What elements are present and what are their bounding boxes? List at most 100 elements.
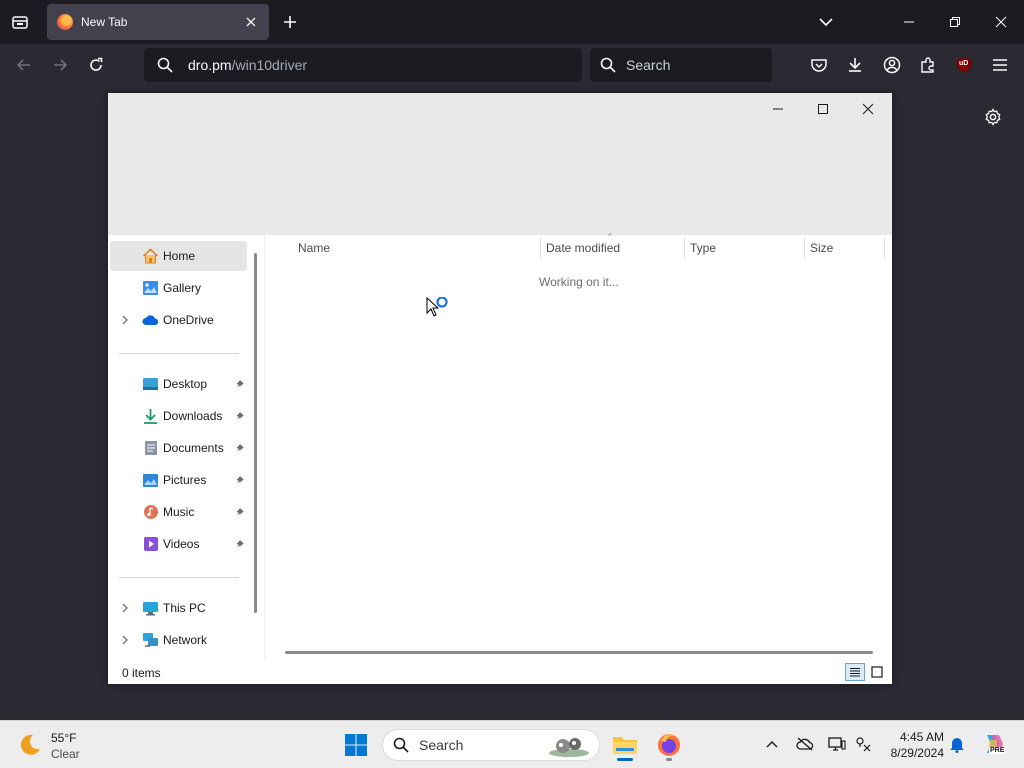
browser-minimize-button[interactable] [894, 8, 924, 36]
plus-icon [284, 16, 296, 28]
nav-label-downloads: Downloads [163, 409, 223, 423]
nav-item-downloads[interactable]: Downloads [110, 401, 247, 431]
dialog-status-bar: 0 items [108, 659, 892, 684]
download-icon [849, 58, 861, 72]
chevron-down-icon [819, 18, 833, 27]
tab-close-button[interactable] [243, 14, 259, 30]
weather-condition: Clear [51, 747, 80, 761]
chevron-up-icon [766, 741, 778, 748]
nav-item-videos[interactable]: Videos [110, 529, 247, 559]
nav-item-gallery[interactable]: Gallery [110, 273, 247, 303]
ublock-origin-button[interactable]: uD [951, 52, 977, 78]
new-tab-button[interactable] [278, 10, 302, 34]
monitor-icon [828, 737, 846, 751]
pocket-icon [811, 59, 827, 72]
pin-icon [234, 474, 246, 486]
nav-item-home[interactable]: Home [110, 241, 247, 271]
reload-button[interactable] [83, 52, 109, 78]
list-all-tabs-button[interactable] [814, 10, 838, 34]
taskbar-search-box[interactable]: Search [382, 729, 600, 761]
loading-status-text: Working on it... [539, 275, 619, 289]
browser-restore-button[interactable] [940, 8, 970, 36]
details-view-button[interactable] [845, 663, 865, 681]
cloud-offline-icon [796, 737, 814, 751]
column-label-date-modified: Date modified [546, 241, 621, 255]
column-header-type[interactable]: Type [684, 235, 804, 261]
browser-tabbar: New Tab [0, 0, 1024, 44]
firefox-view-button[interactable] [8, 10, 32, 34]
nav-label-pictures: Pictures [163, 473, 207, 487]
network-status-icon [856, 737, 871, 752]
search-icon [393, 737, 409, 753]
busy-cursor-icon [426, 297, 448, 317]
nav-item-this-pc[interactable]: This PC [110, 593, 247, 623]
account-icon [883, 56, 901, 74]
file-list-horizontal-scrollbar[interactable] [285, 651, 873, 654]
browser-search-box[interactable]: Search [590, 48, 772, 82]
weather-temperature: 55°F [51, 731, 77, 745]
firefox-favicon-icon [57, 14, 73, 30]
notifications-button[interactable] [946, 733, 968, 755]
dialog-minimize-button[interactable] [756, 95, 800, 123]
nav-item-onedrive[interactable]: OneDrive [110, 305, 247, 335]
nav-label-gallery: Gallery [163, 281, 202, 295]
system-clock[interactable]: 4:45 AM 8/29/2024 [880, 729, 944, 761]
nav-item-network[interactable]: Network [110, 625, 247, 655]
clock-date: 8/29/2024 [890, 746, 944, 760]
dialog-header [108, 93, 892, 235]
ublock-badge: uD [959, 60, 969, 67]
dialog-close-button[interactable] [846, 95, 890, 123]
dialog-maximize-button[interactable] [801, 95, 845, 123]
file-explorer-folder-icon [613, 737, 637, 754]
column-header-size[interactable]: Size [804, 235, 884, 261]
start-button[interactable] [338, 727, 374, 763]
active-app-indicator [617, 758, 633, 761]
details-view-icon [850, 668, 860, 677]
display-tray-button[interactable] [826, 733, 848, 755]
pin-icon [234, 538, 246, 550]
music-folder-icon [142, 504, 159, 520]
chevron-right-icon[interactable] [120, 602, 130, 614]
nav-item-music[interactable]: Music [110, 497, 247, 527]
url-path: /win10driver [231, 57, 308, 73]
account-button[interactable] [879, 52, 905, 78]
nav-item-documents[interactable]: Documents [110, 433, 247, 463]
new-tab-settings-button[interactable] [980, 104, 1006, 130]
extensions-button[interactable] [915, 52, 941, 78]
chevron-right-icon[interactable] [120, 634, 130, 646]
nav-label-music: Music [163, 505, 195, 519]
pictures-folder-icon [142, 472, 159, 488]
browser-close-button[interactable] [986, 8, 1016, 36]
network-tray-button[interactable] [852, 733, 874, 755]
onedrive-tray-button[interactable] [794, 733, 816, 755]
file-list-pane: ^ Name Date modified Type Size Working o… [265, 232, 892, 659]
nav-item-pictures[interactable]: Pictures [110, 465, 247, 495]
search-highlight-illustration-icon [549, 738, 589, 757]
column-header-name[interactable]: Name [292, 235, 540, 261]
taskbar-search-placeholder: Search [419, 737, 464, 753]
copilot-button[interactable]: PRE [980, 731, 1006, 757]
downloads-button[interactable] [842, 52, 868, 78]
puzzle-icon [921, 57, 934, 73]
nav-label-network: Network [163, 633, 208, 647]
taskbar-file-explorer[interactable] [607, 727, 643, 763]
forward-button[interactable] [47, 52, 73, 78]
column-divider[interactable] [884, 237, 885, 259]
show-hidden-icons-button[interactable] [761, 733, 783, 755]
app-menu-button[interactable] [987, 52, 1013, 78]
onedrive-cloud-icon [142, 312, 159, 328]
maximize-icon [818, 104, 828, 114]
column-label-size: Size [810, 241, 834, 255]
column-header-date-modified[interactable]: Date modified [540, 235, 684, 261]
large-icons-view-button[interactable] [867, 663, 887, 681]
url-bar[interactable]: dro.pm/win10driver [144, 48, 582, 82]
back-button[interactable] [11, 52, 37, 78]
tiles-view-icon [871, 666, 883, 678]
tab-new-tab[interactable]: New Tab [47, 4, 269, 40]
nav-pane-scrollbar[interactable] [254, 253, 257, 613]
weather-widget[interactable]: 55°F Clear [16, 729, 116, 761]
chevron-right-icon[interactable] [120, 314, 130, 326]
nav-item-desktop[interactable]: Desktop [110, 369, 247, 399]
taskbar-firefox[interactable] [651, 727, 687, 763]
pocket-button[interactable] [806, 52, 832, 78]
